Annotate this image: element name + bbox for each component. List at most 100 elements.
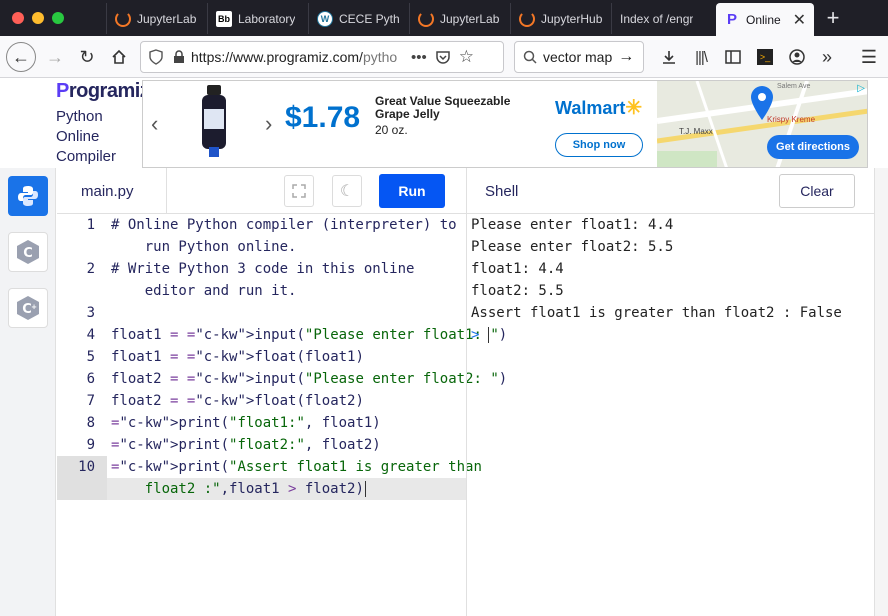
- menu-button[interactable]: ☰: [854, 42, 884, 72]
- bookmark-star-icon[interactable]: ☆: [459, 47, 474, 67]
- home-button[interactable]: [104, 42, 134, 72]
- extension-button[interactable]: >_: [750, 42, 780, 72]
- search-bar[interactable]: vector map →: [514, 41, 644, 73]
- c-language-button[interactable]: C: [8, 232, 48, 272]
- ad-prev-icon[interactable]: ‹: [151, 111, 158, 137]
- search-text[interactable]: vector map: [543, 49, 612, 65]
- hamburger-icon: ☰: [860, 46, 878, 67]
- fullscreen-button[interactable]: [284, 175, 314, 207]
- code-line: 3: [86, 305, 95, 321]
- tab-label: Laboratory: [238, 11, 296, 26]
- code-line-text: float2 :",float1 > float2): [111, 481, 364, 497]
- shop-now-button[interactable]: Shop now: [555, 133, 643, 157]
- get-directions-button[interactable]: Get directions: [767, 135, 859, 159]
- shell-toolbar: Shell Clear: [466, 168, 874, 214]
- shell-cursor: [487, 327, 489, 343]
- text-cursor: [365, 481, 366, 497]
- code-line: 6 float2 = ="c-kw">input("Please enter fl…: [57, 368, 508, 390]
- editor-toolbar: main.py ☾ Run: [57, 168, 466, 214]
- chevrons-right-icon: »: [821, 46, 832, 67]
- code-line: 5 float1 = ="c-kw">float(float1): [57, 346, 466, 368]
- pocket-icon[interactable]: [435, 49, 451, 65]
- walmart-spark-icon: ✳: [625, 97, 643, 119]
- run-button[interactable]: Run: [379, 174, 445, 208]
- terminal-extension-icon: >_: [757, 49, 773, 65]
- shell-line: Assert float1 is greater than float2 : F…: [471, 305, 842, 321]
- c-language-icon: C: [17, 240, 39, 264]
- close-window-button[interactable]: [12, 12, 24, 24]
- shell-line: float2: 5.5: [471, 283, 564, 299]
- code-editor[interactable]: 1 # Online Python compiler (interpreter) …: [57, 214, 508, 616]
- code-line: 1 # Online Python compiler (interpreter) …: [86, 217, 457, 233]
- tab-label: CECE Pytho: [339, 11, 400, 26]
- url-bar[interactable]: https://www.programiz.com/pytho ••• ☆: [140, 41, 504, 73]
- back-button[interactable]: ←: [6, 42, 36, 72]
- shell-line: Please enter float1: 4.4: [471, 217, 674, 233]
- arrow-left-icon: ←: [12, 46, 30, 67]
- walmart-logo: Walmart✳: [555, 97, 643, 119]
- page-scrollbar[interactable]: [874, 168, 888, 616]
- file-tab-main-py[interactable]: main.py: [57, 168, 167, 214]
- tab-online-python[interactable]: P Online P ✕: [716, 3, 814, 36]
- lock-icon: [174, 50, 184, 63]
- blackboard-icon: Bb: [216, 10, 232, 27]
- tab-label: JupyterLab: [440, 11, 500, 26]
- tab-laboratory[interactable]: Bb Laboratory: [207, 3, 307, 34]
- code-line: 2 # Write Python 3 code in this online: [86, 261, 415, 277]
- ad-map[interactable]: Krispy Kreme T.J. Maxx Salem Ave Get dir…: [657, 81, 867, 167]
- jupyter-icon: [418, 10, 434, 27]
- account-button[interactable]: [782, 42, 812, 72]
- url-text[interactable]: https://www.programiz.com/pytho: [191, 49, 405, 65]
- new-tab-button[interactable]: +: [820, 5, 846, 31]
- tab-cece-python[interactable]: W CECE Pytho: [308, 3, 408, 34]
- page-actions-icon[interactable]: •••: [411, 49, 427, 66]
- navigation-bar: ← → ↻ https://www.programiz.com/pytho ••…: [0, 36, 888, 78]
- code-line: 4 float1 = ="c-kw">input("Please enter fl…: [57, 324, 508, 346]
- fullscreen-icon: [292, 184, 306, 198]
- jupyter-icon: [519, 10, 535, 27]
- python-language-button[interactable]: [8, 176, 48, 216]
- shell-output[interactable]: Please enter float1: 4.4 Please enter fl…: [466, 214, 874, 616]
- zoom-window-button[interactable]: [52, 12, 64, 24]
- minimize-window-button[interactable]: [32, 12, 44, 24]
- shell-title: Shell: [485, 182, 519, 200]
- shell-line: Please enter float2: 5.5: [471, 239, 674, 255]
- page-content: Programiz Python Online Compiler ‹ › $1.…: [0, 78, 888, 616]
- cpp-language-button[interactable]: C +: [8, 288, 48, 328]
- programiz-brand[interactable]: Programiz Python Online Compiler: [56, 80, 150, 167]
- svg-text:+: +: [31, 303, 37, 311]
- jelly-bottle-image: [202, 85, 226, 157]
- shield-icon: [149, 49, 163, 65]
- downloads-button[interactable]: [654, 42, 684, 72]
- clear-button[interactable]: Clear: [779, 174, 855, 208]
- programiz-logo[interactable]: Programiz: [56, 80, 150, 103]
- ad-product-size: 20 oz.: [375, 123, 408, 137]
- close-tab-icon[interactable]: ✕: [793, 10, 806, 30]
- code-line-text: ="c-kw">print("float2:", float2): [111, 437, 381, 453]
- sidebar-button[interactable]: [718, 42, 748, 72]
- advertisement-banner[interactable]: ‹ › $1.78 Great Value Squeezable Grape J…: [142, 80, 868, 168]
- shell-prompt: >: [471, 327, 480, 343]
- reload-button[interactable]: ↻: [72, 42, 102, 72]
- language-sidebar: C C +: [0, 168, 56, 616]
- tab-label: Online P: [746, 12, 783, 27]
- account-icon: [789, 49, 805, 65]
- code-line-text: float1 = ="c-kw">float(float1): [111, 349, 364, 365]
- library-button[interactable]: |||\: [686, 42, 716, 72]
- tab-jupyterhub[interactable]: JupyterHub: [510, 3, 610, 34]
- tab-jupyterlab-2[interactable]: JupyterLab: [409, 3, 509, 34]
- tab-index-of-engr[interactable]: Index of /engr: [611, 3, 711, 34]
- search-icon: [523, 50, 537, 64]
- code-line: 8 ="c-kw">print("float1:", float1): [57, 412, 466, 434]
- programiz-icon: P: [726, 11, 737, 28]
- map-label-street: Salem Ave: [777, 83, 811, 90]
- ad-next-icon[interactable]: ›: [265, 111, 272, 137]
- go-arrow-icon[interactable]: →: [618, 48, 634, 66]
- forward-button[interactable]: →: [40, 42, 70, 72]
- dark-mode-button[interactable]: ☾: [332, 175, 362, 207]
- code-line-text: ="c-kw">print("float1:", float1): [111, 415, 381, 431]
- tab-jupyterlab-1[interactable]: JupyterLab: [106, 3, 206, 34]
- shell-input-line[interactable]: >: [471, 324, 874, 346]
- overflow-button[interactable]: »: [812, 42, 842, 72]
- adchoices-icon[interactable]: ▷: [857, 83, 865, 94]
